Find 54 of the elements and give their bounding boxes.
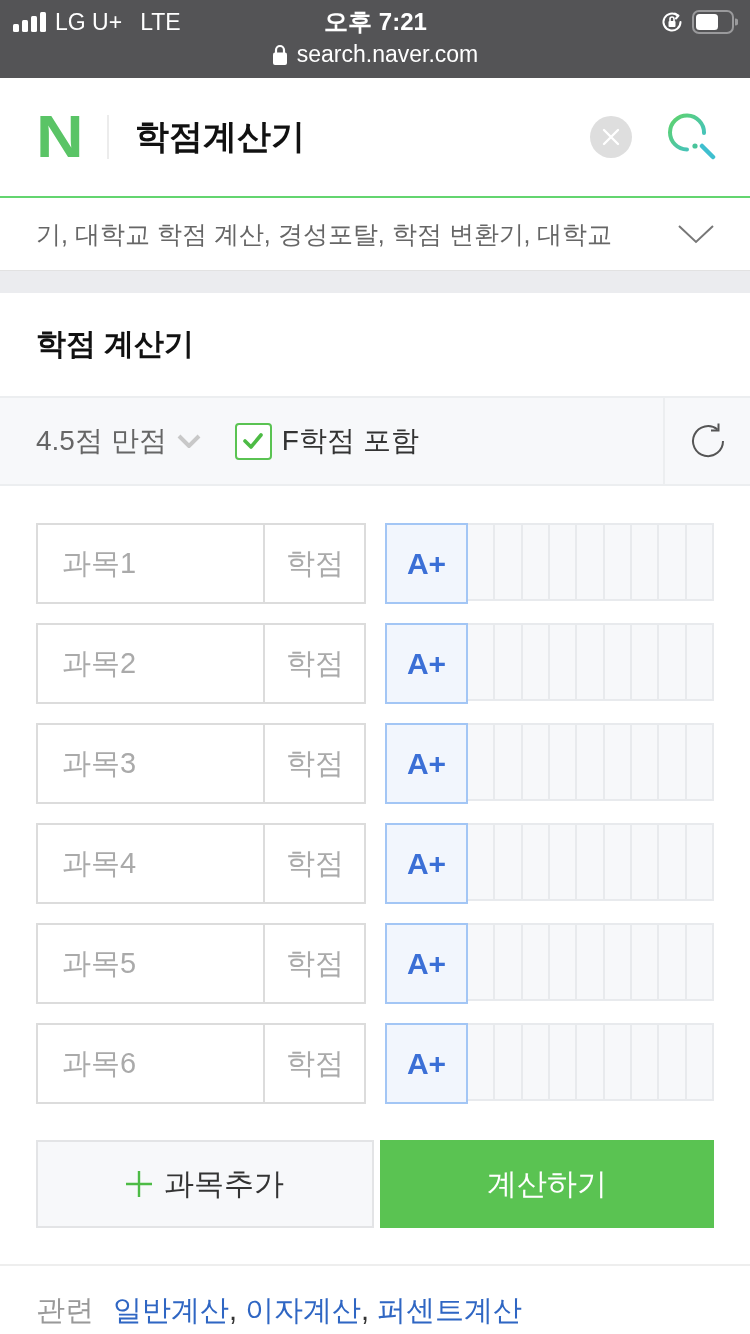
clear-icon[interactable]	[590, 116, 632, 158]
chevron-down-icon[interactable]	[678, 224, 714, 244]
grade-option[interactable]	[468, 923, 496, 1001]
grade-option[interactable]	[468, 623, 496, 701]
subject-field[interactable]: 과목5	[36, 923, 265, 1004]
credit-field[interactable]: 학점	[265, 1023, 366, 1104]
grade-option[interactable]: A+	[385, 1023, 468, 1104]
credit-field[interactable]: 학점	[265, 723, 366, 804]
credit-field[interactable]: 학점	[265, 523, 366, 604]
grade-option[interactable]	[468, 823, 496, 901]
grade-option[interactable]: A+	[385, 923, 468, 1004]
add-subject-button[interactable]: 과목추가	[36, 1140, 374, 1228]
related-keywords: 기, 대학교 학점 계산, 경성포탈, 학점 변환기, 대학교	[36, 218, 613, 250]
related-link[interactable]: 퍼센트계산	[377, 1292, 523, 1329]
f-grade-checkbox[interactable]	[234, 422, 272, 460]
subject-field[interactable]: 과목1	[36, 523, 265, 604]
subject-field[interactable]: 과목6	[36, 1023, 265, 1104]
calculate-button[interactable]: 계산하기	[380, 1140, 714, 1228]
scale-dropdown[interactable]: 4.5점 만점	[36, 422, 201, 460]
checkbox-label: F학점 포함	[281, 424, 419, 458]
grade-option[interactable]: A+	[385, 823, 468, 904]
page-url: search.naver.com	[296, 40, 479, 68]
subject-field[interactable]: 과목3	[36, 723, 265, 804]
grade-option[interactable]: A+	[385, 623, 468, 704]
check-icon	[243, 433, 264, 449]
related-link[interactable]: 이자계산	[245, 1292, 362, 1329]
chevron-down-icon	[176, 434, 201, 448]
subject-field[interactable]: 과목2	[36, 623, 265, 704]
search-icon[interactable]	[668, 113, 716, 161]
credit-field[interactable]: 학점	[265, 923, 366, 1004]
grade-option[interactable]: A+	[385, 723, 468, 804]
status-time: 오후 7:21	[324, 7, 427, 37]
lock-icon	[272, 43, 287, 65]
grade-option[interactable]	[468, 523, 496, 601]
related-label: 관련	[36, 1293, 94, 1328]
grade-option[interactable]	[468, 723, 496, 801]
separator-text: ,	[229, 1293, 238, 1328]
subject-field[interactable]: 과목4	[36, 823, 265, 904]
separator-text: ,	[361, 1293, 370, 1328]
grade-option[interactable]	[468, 1023, 496, 1101]
related-link[interactable]: 일반계산	[113, 1292, 229, 1329]
plus-icon	[126, 1171, 152, 1197]
signal-icon	[13, 12, 46, 32]
refresh-icon	[689, 423, 726, 459]
logo[interactable]: N	[36, 107, 84, 167]
section-title: 학점 계산기	[36, 326, 195, 362]
battery-icon	[692, 10, 738, 34]
credit-field[interactable]: 학점	[265, 823, 366, 904]
credit-field[interactable]: 학점	[265, 623, 366, 704]
carrier-name: LG U+	[55, 8, 123, 36]
rotation-lock-icon	[660, 10, 684, 34]
search-field[interactable]: 학점계산기	[135, 112, 590, 162]
grade-option[interactable]: A+	[385, 523, 468, 604]
network-type: LTE	[140, 8, 181, 36]
